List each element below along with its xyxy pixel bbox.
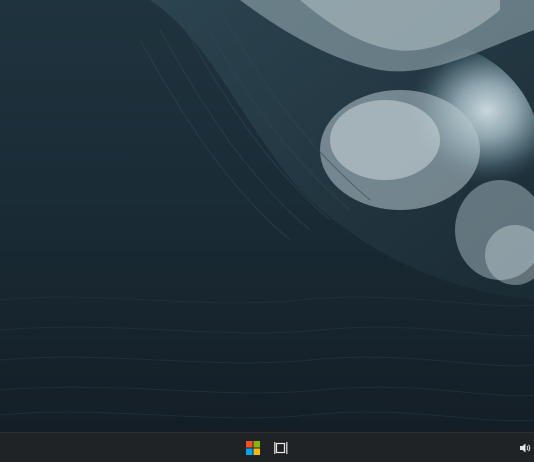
task-view-icon	[274, 442, 288, 454]
speaker-icon	[520, 443, 531, 453]
start-button[interactable]	[241, 437, 265, 459]
volume-button[interactable]	[516, 437, 534, 459]
desktop[interactable]	[0, 0, 534, 432]
taskbar	[0, 432, 534, 462]
task-view-button[interactable]	[269, 437, 293, 459]
wallpaper-ocean-wave	[0, 0, 534, 432]
windows-logo-icon	[246, 441, 260, 455]
